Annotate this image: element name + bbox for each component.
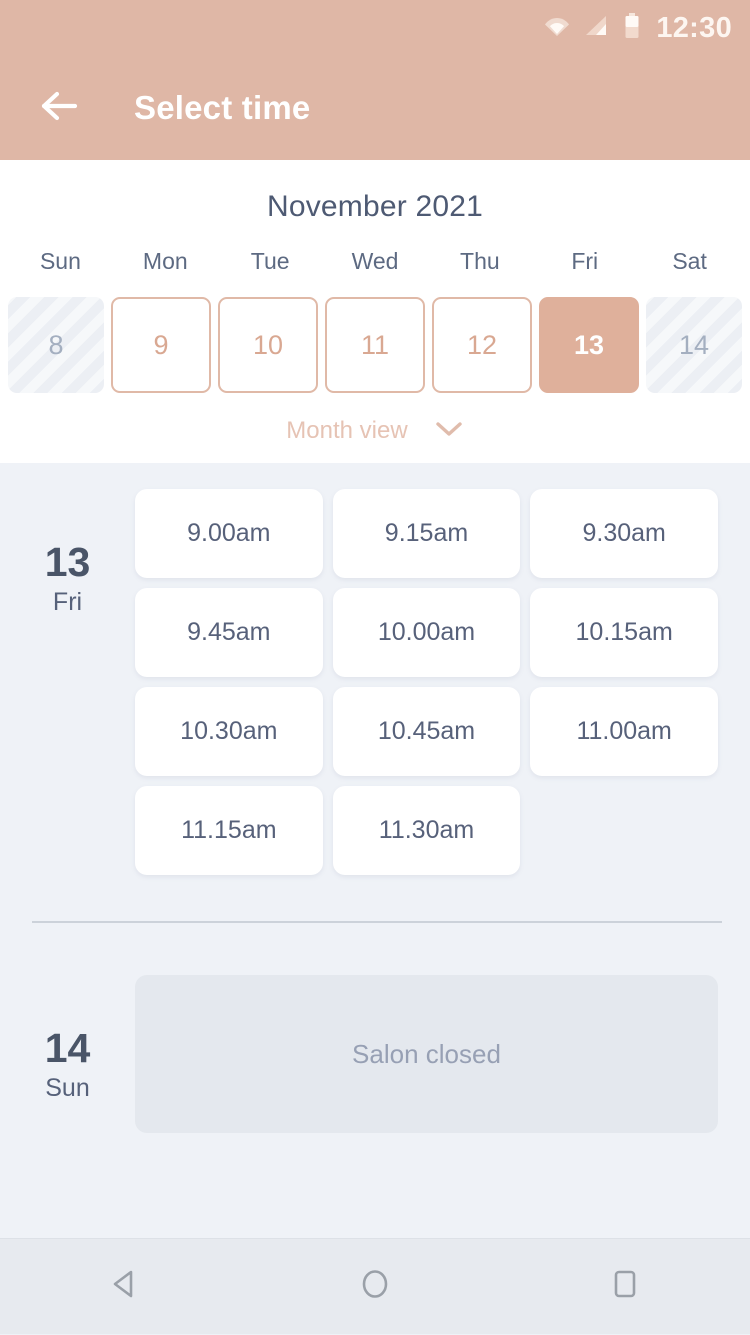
- status-bar: 12:30: [0, 0, 750, 56]
- nav-recents-button[interactable]: [570, 1239, 680, 1335]
- weekday-header-row: Sun Mon Tue Wed Thu Fri Sat: [0, 248, 750, 275]
- wifi-icon: [544, 15, 570, 42]
- signal-icon: [584, 15, 610, 42]
- battery-icon: [624, 12, 640, 44]
- day-of-week: Fri: [52, 588, 83, 617]
- home-circle-icon: [357, 1266, 393, 1307]
- time-slot[interactable]: 10.00am: [332, 588, 521, 677]
- back-button[interactable]: [34, 82, 86, 134]
- time-slot[interactable]: 11.30am: [332, 786, 521, 875]
- time-slot[interactable]: 10.15am: [530, 588, 718, 677]
- weekday-label-thu: Thu: [460, 248, 500, 274]
- date-cell-13[interactable]: 13: [539, 297, 639, 393]
- section-divider: [32, 921, 722, 923]
- date-strip: 8 9 10 11 12 13 14: [0, 297, 750, 393]
- time-slot[interactable]: 9.45am: [135, 588, 323, 677]
- time-slot[interactable]: 11.15am: [135, 786, 323, 875]
- date-cell-10[interactable]: 10: [218, 297, 318, 393]
- app-bar: Select time: [0, 56, 750, 160]
- time-slot-grid-14: Salon closed: [135, 975, 718, 1133]
- back-triangle-icon: [107, 1266, 143, 1307]
- weekday-label-wed: Wed: [351, 248, 399, 274]
- weekday-label-tue: Tue: [250, 248, 290, 274]
- status-bar-clock: 12:30: [656, 11, 732, 44]
- date-cell-14: 14: [646, 297, 742, 393]
- day-number: 13: [44, 539, 91, 585]
- calendar-panel: November 2021 Sun Mon Tue Wed Thu Fri Sa…: [0, 160, 750, 463]
- day-label-14: 14 Sun: [0, 975, 135, 1133]
- day-block-13: 13 Fri 9.00am 9.15am 9.30am 9.45am 10.00…: [0, 489, 750, 875]
- day-of-week: Sun: [45, 1074, 90, 1103]
- time-slot[interactable]: 10.45am: [332, 687, 521, 776]
- day-block-14: 14 Sun Salon closed: [0, 975, 750, 1133]
- chevron-down-icon: [434, 420, 464, 443]
- recents-square-icon: [607, 1266, 643, 1307]
- time-slot[interactable]: 11.00am: [530, 687, 718, 776]
- month-view-label: Month view: [286, 417, 408, 444]
- date-cell-9[interactable]: 9: [111, 297, 211, 393]
- weekday-label-mon: Mon: [142, 248, 188, 274]
- date-cell-12[interactable]: 12: [432, 297, 532, 393]
- day-number: 14: [44, 1025, 91, 1071]
- page-title: Select time: [134, 89, 311, 126]
- weekday-label-sat: Sat: [672, 248, 707, 274]
- month-title: November 2021: [266, 190, 484, 223]
- schedule-content: 13 Fri 9.00am 9.15am 9.30am 9.45am 10.00…: [0, 463, 750, 1133]
- android-nav-bar: [0, 1238, 750, 1334]
- nav-home-button[interactable]: [320, 1239, 430, 1335]
- salon-closed-card: Salon closed: [135, 975, 718, 1133]
- month-view-toggle[interactable]: Month view: [0, 417, 750, 445]
- nav-back-button[interactable]: [70, 1239, 180, 1335]
- time-slot[interactable]: 9.00am: [135, 489, 323, 578]
- arrow-left-icon: [39, 90, 81, 127]
- time-slot[interactable]: 10.30am: [135, 687, 323, 776]
- time-slot[interactable]: 9.30am: [530, 489, 718, 578]
- time-slot[interactable]: 9.15am: [332, 489, 521, 578]
- weekday-label-sun: Sun: [39, 248, 81, 274]
- day-label-13: 13 Fri: [0, 489, 135, 875]
- time-slot-grid-13: 9.00am 9.15am 9.30am 9.45am 10.00am 10.1…: [135, 489, 718, 875]
- date-cell-8: 8: [8, 297, 104, 393]
- date-cell-11[interactable]: 11: [325, 297, 425, 393]
- weekday-label-fri: Fri: [571, 248, 599, 274]
